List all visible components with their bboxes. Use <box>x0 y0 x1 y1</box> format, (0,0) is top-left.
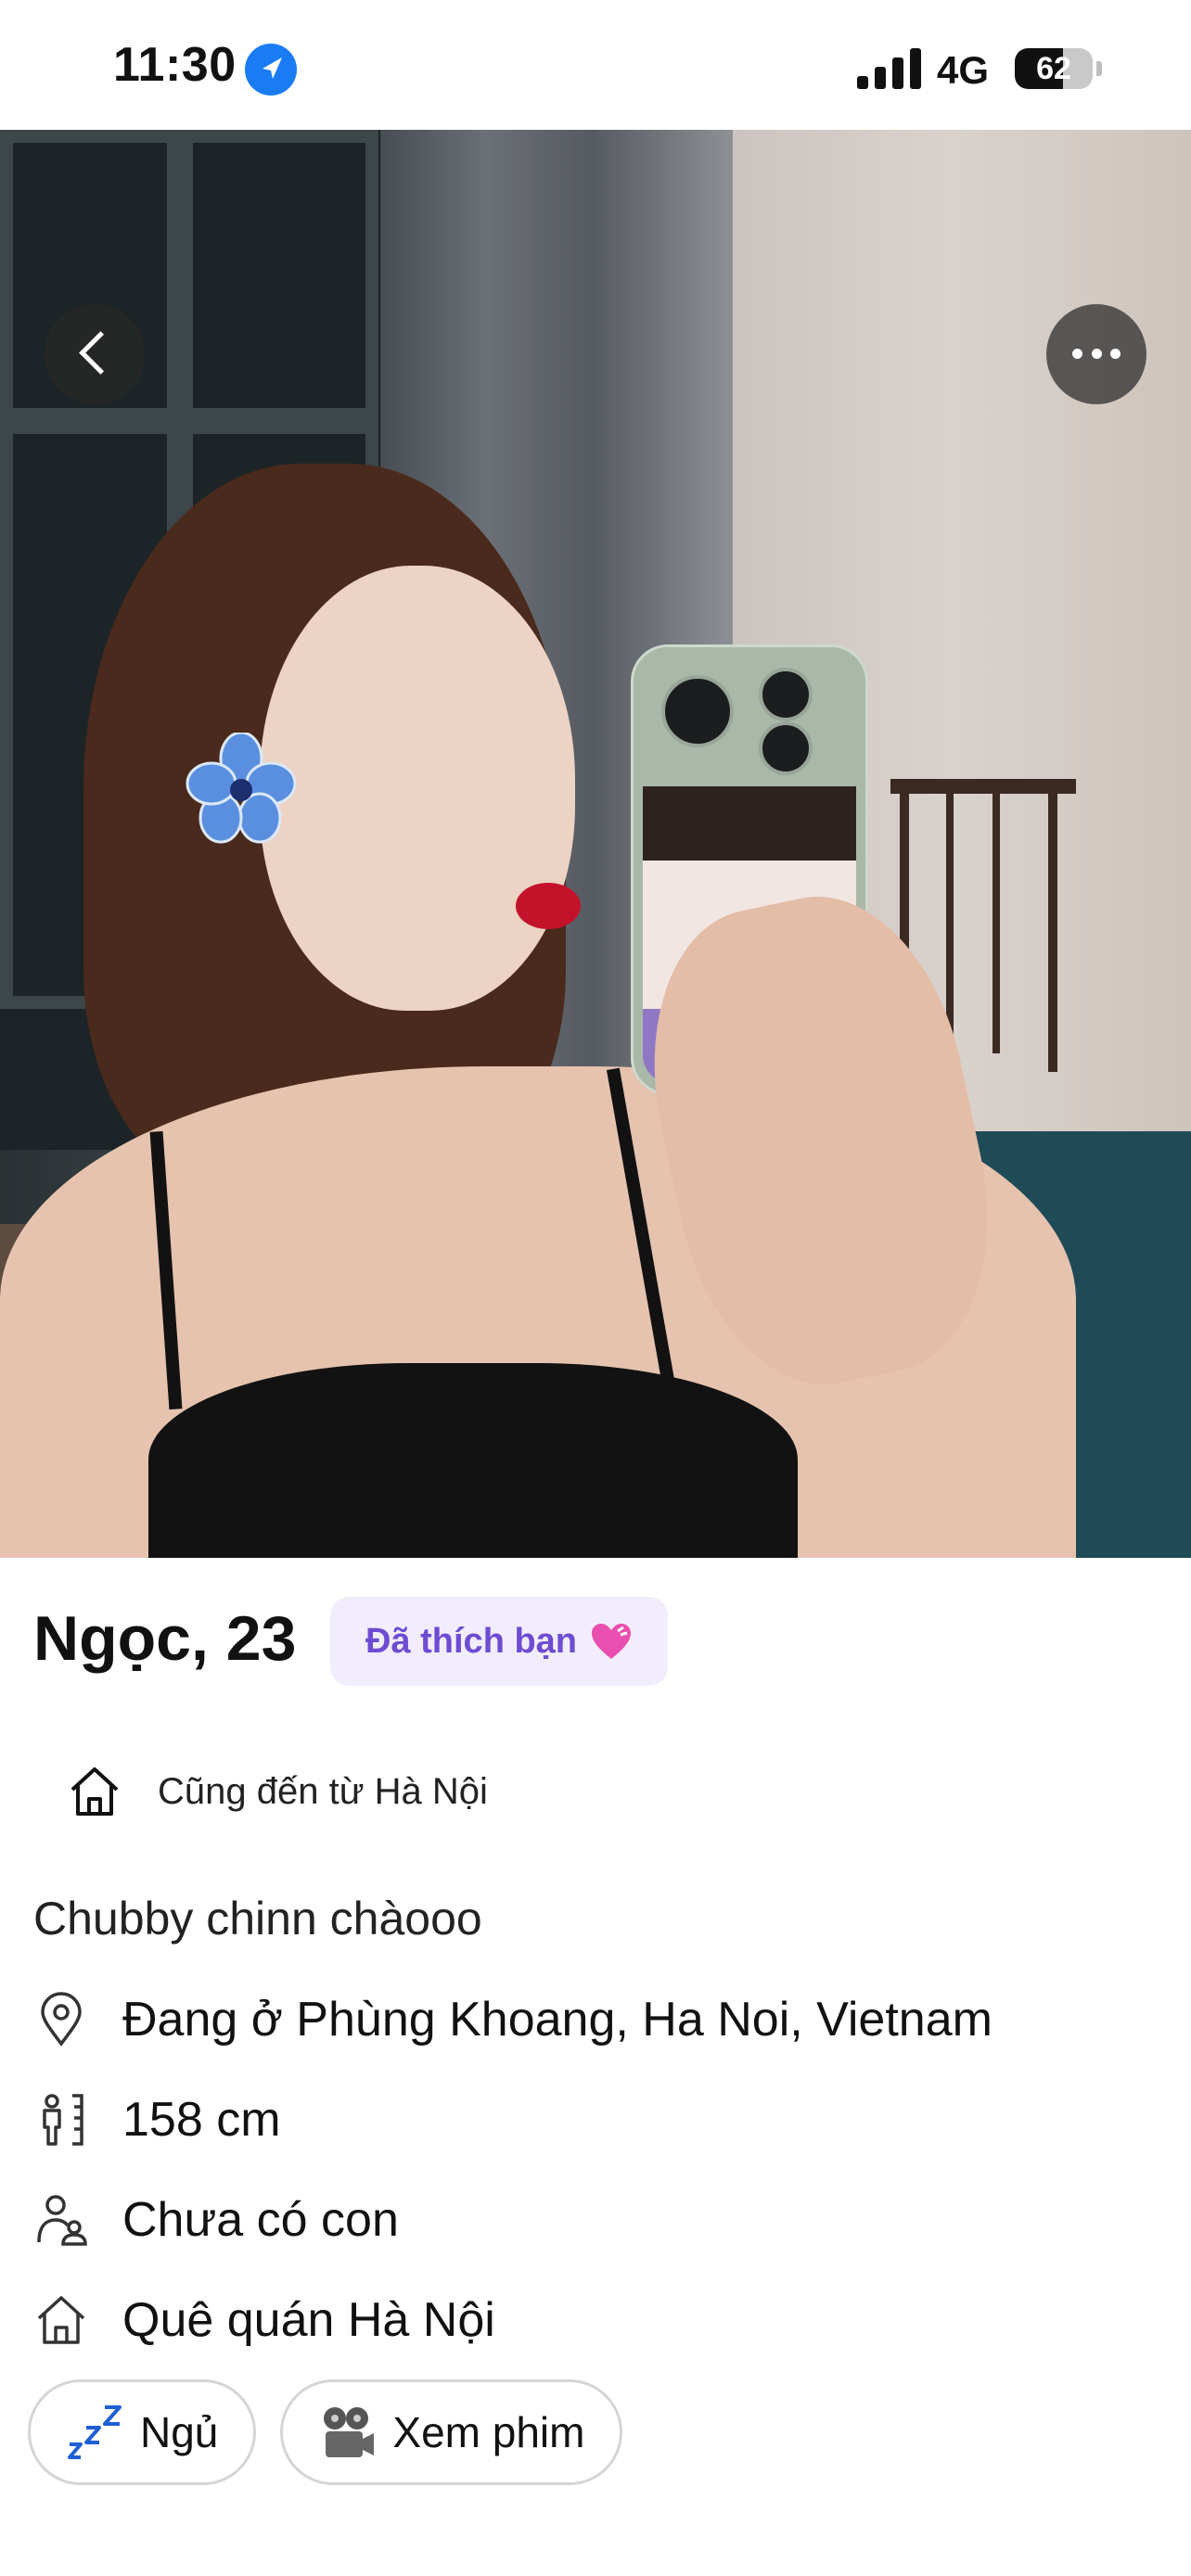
interest-label: Xem phim <box>392 2408 585 2456</box>
status-time: 11:30 <box>113 38 237 92</box>
network-type: 4G <box>937 48 990 92</box>
family-icon <box>37 2195 87 2246</box>
shared-hometown-row: Cũng đến từ Hà Nội <box>67 1764 488 1819</box>
home-icon <box>70 1767 119 1816</box>
battery-icon: 62 <box>1015 48 1093 89</box>
hair-flower-icon <box>186 733 297 844</box>
battery-cap <box>1096 61 1102 76</box>
chevron-left-icon <box>79 331 122 375</box>
heart-icon <box>592 1624 632 1659</box>
detail-row-hometown: Quê quán Hà Nội <box>33 2292 495 2348</box>
status-bar: 11:30 4G 62 <box>0 0 1191 130</box>
detail-children-text: Chưa có con <box>122 2193 399 2247</box>
battery-percent: 62 <box>1036 51 1071 86</box>
zzz-icon <box>68 2405 122 2459</box>
interest-label: Ngủ <box>140 2408 219 2456</box>
ellipsis-icon <box>1072 349 1121 360</box>
detail-row-location: Đang ở Phùng Khoang, Ha Noi, Vietnam <box>33 1992 992 2047</box>
detail-row-children: Chưa có con <box>33 2192 399 2248</box>
film-projector-icon <box>324 2407 375 2457</box>
interest-chip-sleep[interactable]: Ngủ <box>28 2379 257 2485</box>
detail-location-text: Đang ở Phùng Khoang, Ha Noi, Vietnam <box>122 1993 992 2047</box>
interest-chips: Ngủ Xem phim <box>28 2379 623 2485</box>
cellular-signal-icon <box>857 46 922 89</box>
location-arrow-icon <box>245 44 297 96</box>
detail-hometown-text: Quê quán Hà Nội <box>122 2293 495 2347</box>
shared-hometown-text: Cũng đến từ Hà Nội <box>158 1770 488 1812</box>
location-pin-icon <box>41 1992 82 2047</box>
profile-name-age: Ngọc, 23 <box>33 1603 297 1674</box>
detail-height-text: 158 cm <box>122 2093 281 2147</box>
photo-black-top <box>148 1363 798 1558</box>
back-button[interactable] <box>45 304 145 404</box>
detail-row-height: 158 cm <box>33 2092 281 2148</box>
height-icon <box>43 2094 83 2146</box>
photo-lips <box>516 883 581 929</box>
more-options-button[interactable] <box>1046 304 1146 404</box>
profile-photo[interactable] <box>0 130 1191 1558</box>
liked-you-badge: Đã thích bạn <box>330 1597 669 1686</box>
photo-face <box>260 566 575 1011</box>
liked-you-label: Đã thích bạn <box>365 1621 578 1661</box>
profile-bio: Chubby chinn chàooo <box>33 1893 482 1945</box>
home-icon <box>37 2296 85 2344</box>
interest-chip-movies[interactable]: Xem phim <box>280 2379 623 2485</box>
